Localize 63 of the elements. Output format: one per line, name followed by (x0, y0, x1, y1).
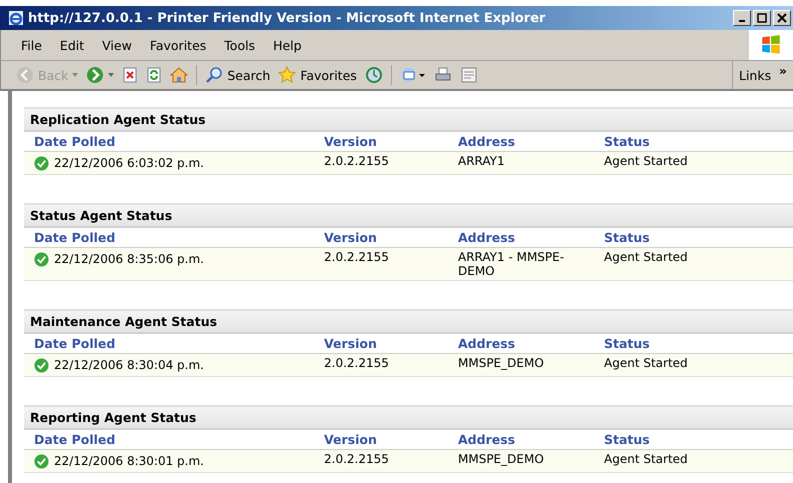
column-header: Status (603, 335, 651, 353)
menu-item[interactable]: Edit (60, 38, 84, 52)
table-cell: Agent Started (604, 250, 688, 264)
column-header: Date Polled (33, 229, 116, 247)
check-icon (34, 156, 49, 171)
column-header: Version (323, 335, 378, 353)
browser-logo-icon (8, 10, 24, 26)
table-cell: Agent Started (604, 356, 688, 370)
star-icon (278, 66, 296, 84)
check-icon (34, 252, 49, 267)
menu-item[interactable]: Tools (224, 38, 256, 52)
table-cell: 2.0.2.2155 (324, 154, 389, 168)
table-cell: 22/12/2006 8:30:04 p.m. (54, 358, 204, 372)
section-header: Status Agent Status (24, 203, 793, 228)
column-header: Status (603, 229, 651, 247)
windows-logo-icon (760, 34, 782, 56)
menu-item[interactable]: Help (273, 38, 302, 52)
table-cell: 2.0.2.2155 (324, 356, 389, 370)
column-header: Version (323, 229, 378, 247)
minimize-icon (739, 20, 745, 22)
close-icon (777, 13, 787, 23)
menu-item[interactable]: File (21, 38, 42, 52)
menu-item[interactable]: View (102, 38, 132, 52)
table-cell: Agent Started (604, 452, 688, 466)
section-header: Reporting Agent Status (24, 405, 793, 430)
caret-icon (72, 73, 78, 77)
column-header: Date Polled (33, 133, 116, 151)
table-cell: ARRAY1 (458, 154, 505, 168)
column-header: Status (603, 133, 651, 151)
column-header: Status (603, 431, 651, 449)
links-label[interactable]: Links (739, 68, 772, 82)
table-cell: Agent Started (604, 154, 688, 168)
maximize-button[interactable] (753, 10, 771, 26)
table-cell: ARRAY1 - MMSPE-DEMO (458, 250, 564, 278)
column-header: Date Polled (33, 335, 116, 353)
check-icon (34, 454, 49, 469)
column-header: Address (457, 335, 516, 353)
caret-icon (108, 73, 114, 77)
close-button[interactable] (773, 10, 791, 26)
table-cell: 2.0.2.2155 (324, 452, 389, 466)
table-cell: 22/12/2006 6:03:02 p.m. (54, 156, 204, 170)
table-cell: 22/12/2006 8:30:01 p.m. (54, 454, 204, 468)
check-icon (34, 358, 49, 373)
section-header: Replication Agent Status (24, 107, 793, 132)
window-title: http://127.0.0.1 - Printer Friendly Version - Microsoft Internet Explorer (28, 10, 546, 26)
section-header: Maintenance Agent Status (24, 309, 793, 334)
column-header: Address (457, 431, 516, 449)
column-header: Address (457, 133, 516, 151)
column-header: Version (323, 431, 378, 449)
favorites-button[interactable]: Favorites (275, 66, 360, 84)
table-cell: MMSPE_DEMO (458, 356, 544, 370)
column-header: Date Polled (33, 431, 116, 449)
table-cell: 2.0.2.2155 (324, 250, 389, 264)
search-button[interactable]: Search (202, 66, 274, 84)
table-cell: MMSPE_DEMO (458, 452, 544, 466)
column-header: Version (323, 133, 378, 151)
table-cell: 22/12/2006 8:35:06 p.m. (54, 252, 204, 266)
minimize-button[interactable] (733, 10, 751, 26)
search-icon (205, 66, 224, 84)
maximize-icon (757, 13, 767, 23)
more-links-button[interactable]: » (779, 64, 787, 78)
column-header: Address (457, 229, 516, 247)
menu-item[interactable]: Favorites (150, 38, 206, 52)
